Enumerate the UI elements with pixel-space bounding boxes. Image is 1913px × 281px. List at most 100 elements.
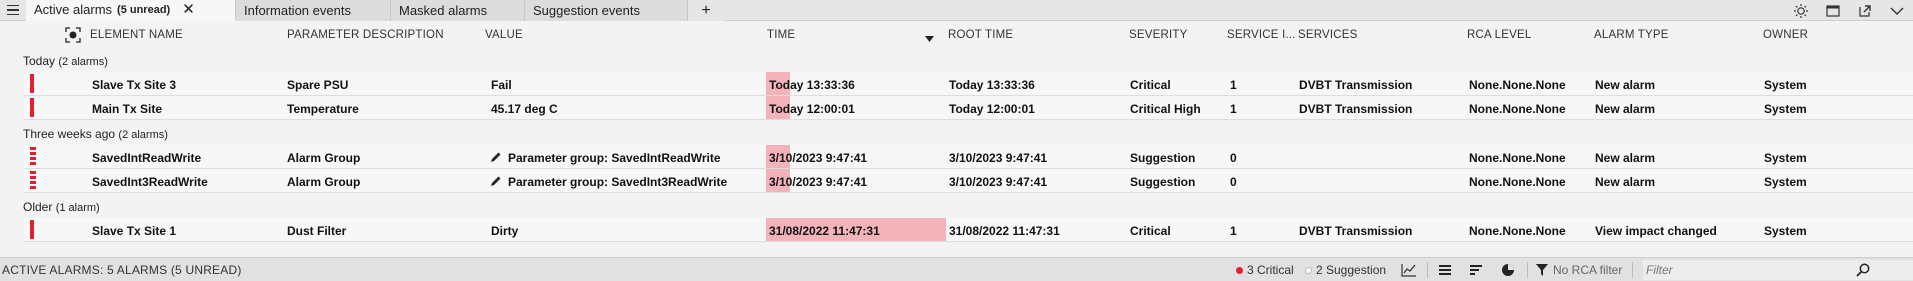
hamburger-menu-icon[interactable] xyxy=(0,0,26,20)
severity-indicator-suggestion xyxy=(30,171,36,190)
pie-chart-icon[interactable] xyxy=(1497,261,1519,279)
cell-service-impact: 1 xyxy=(1230,78,1237,92)
tab-bar: Active alarms (5 unread) ✕ Information e… xyxy=(0,0,1913,21)
column-alarm-type[interactable]: ALARM TYPE xyxy=(1594,29,1669,41)
table-row[interactable]: Main Tx Site Temperature 45.17 deg C Tod… xyxy=(24,96,1913,120)
cell-value: Parameter group: SavedInt3ReadWrite xyxy=(508,175,728,189)
critical-count[interactable]: 3 Critical xyxy=(1236,263,1294,277)
divider xyxy=(1427,262,1428,278)
tab-masked-alarms[interactable]: Masked alarms xyxy=(391,0,525,21)
suggestion-count[interactable]: 2 Suggestion xyxy=(1305,263,1386,277)
column-rca-level[interactable]: RCA LEVEL xyxy=(1467,29,1531,41)
cell-root-time: Today 12:00:01 xyxy=(949,102,1035,116)
tab-information-events[interactable]: Information events xyxy=(236,0,391,21)
detach-window-icon[interactable] xyxy=(1849,0,1881,21)
cell-severity: Critical High xyxy=(1130,102,1201,116)
cell-alarm-type: New alarm xyxy=(1595,102,1656,116)
cell-rca-level: None.None.None xyxy=(1469,175,1566,189)
window-controls xyxy=(1785,0,1913,21)
cell-time: Today 13:33:36 xyxy=(769,78,855,92)
add-tab-button[interactable]: + xyxy=(688,0,724,21)
critical-count-label: 3 Critical xyxy=(1247,263,1294,277)
cell-element: Slave Tx Site 3 xyxy=(92,78,177,92)
column-time[interactable]: TIME xyxy=(767,29,795,41)
group-count: (2 alarms) xyxy=(58,56,108,68)
cell-severity: Critical xyxy=(1130,78,1171,92)
cell-parameter: Alarm Group xyxy=(287,175,361,189)
table-row[interactable]: Slave Tx Site 3 Spare PSU Fail Today 13:… xyxy=(24,72,1913,96)
cell-alarm-type: View impact changed xyxy=(1595,224,1717,238)
cell-element: Main Tx Site xyxy=(92,102,163,116)
cell-parameter: Temperature xyxy=(287,102,359,116)
cell-root-time: Today 13:33:36 xyxy=(949,78,1035,92)
group-count: (1 alarm) xyxy=(55,202,100,214)
cell-service-impact: 0 xyxy=(1230,175,1237,189)
column-owner[interactable]: OWNER xyxy=(1763,29,1808,41)
column-element-name[interactable]: ELEMENT NAME xyxy=(90,29,183,41)
cell-rca-level: None.None.None xyxy=(1469,78,1566,92)
chevron-down-icon[interactable] xyxy=(1881,0,1913,21)
severity-indicator-critical xyxy=(30,220,34,239)
tab-active-alarms[interactable]: Active alarms (5 unread) ✕ xyxy=(26,0,236,21)
maximize-window-icon[interactable] xyxy=(1817,0,1849,21)
cell-service-impact: 1 xyxy=(1230,102,1237,116)
tab-label: Information events xyxy=(244,3,351,18)
tab-label: Suggestion events xyxy=(533,3,640,18)
cell-time: 3/10/2023 9:47:41 xyxy=(769,175,868,189)
cell-service-impact: 1 xyxy=(1230,224,1237,238)
cell-service-impact: 0 xyxy=(1230,151,1237,165)
cell-parameter: Spare PSU xyxy=(287,78,349,92)
table-row[interactable]: Slave Tx Site 1 Dust Filter Dirty 31/08/… xyxy=(24,218,1913,242)
cell-alarm-type: New alarm xyxy=(1595,78,1656,92)
funnel-icon xyxy=(1536,264,1548,276)
group-header-older[interactable]: Older (1 alarm) xyxy=(23,200,100,214)
pencil-icon[interactable] xyxy=(490,175,502,190)
group-label: Today xyxy=(23,54,56,68)
table-row[interactable]: SavedIntReadWrite Alarm Group Parameter … xyxy=(24,145,1913,169)
group-label: Three weeks ago xyxy=(23,127,116,141)
theme-sun-icon[interactable] xyxy=(1785,0,1817,21)
cell-services: DVBT Transmission xyxy=(1299,78,1413,92)
cell-root-time: 3/10/2023 9:47:41 xyxy=(949,175,1048,189)
search-icon[interactable] xyxy=(1852,261,1874,279)
column-root-time[interactable]: ROOT TIME xyxy=(948,29,1013,41)
trend-chart-icon[interactable] xyxy=(1398,261,1420,279)
cell-time: Today 12:00:01 xyxy=(769,102,855,116)
column-severity[interactable]: SEVERITY xyxy=(1129,29,1187,41)
table-row[interactable]: SavedInt3ReadWrite Alarm Group Parameter… xyxy=(24,169,1913,193)
cell-severity: Suggestion xyxy=(1130,151,1196,165)
cell-element: SavedInt3ReadWrite xyxy=(92,175,208,189)
cell-owner: System xyxy=(1764,102,1807,116)
pencil-icon[interactable] xyxy=(490,151,502,166)
status-bar: ACTIVE ALARMS: 5 ALARMS (5 UNREAD) 3 Cri… xyxy=(0,257,1913,281)
cell-owner: System xyxy=(1764,224,1807,238)
sort-lines-icon[interactable] xyxy=(1465,261,1487,279)
column-service-impact[interactable]: SERVICE I... xyxy=(1227,29,1296,41)
rca-filter-button[interactable]: No RCA filter xyxy=(1536,261,1622,279)
column-services[interactable]: SERVICES xyxy=(1298,29,1358,41)
tab-label: Masked alarms xyxy=(399,3,488,18)
cell-alarm-type: New alarm xyxy=(1595,175,1656,189)
cell-owner: System xyxy=(1764,175,1807,189)
close-icon[interactable]: ✕ xyxy=(182,2,195,17)
column-header-row: ELEMENT NAME PARAMETER DESCRIPTION VALUE… xyxy=(0,22,1913,49)
group-count: (2 alarms) xyxy=(118,129,168,141)
select-all-icon[interactable] xyxy=(65,27,81,46)
cell-rca-level: None.None.None xyxy=(1469,102,1566,116)
sort-descending-icon[interactable] xyxy=(925,31,934,45)
cell-element: SavedIntReadWrite xyxy=(92,151,202,165)
group-header-three-weeks-ago[interactable]: Three weeks ago (2 alarms) xyxy=(23,127,168,141)
cell-value: Fail xyxy=(491,78,512,92)
divider xyxy=(1527,262,1528,278)
group-header-today[interactable]: Today (2 alarms) xyxy=(23,54,108,68)
tab-label: Active alarms xyxy=(34,2,113,17)
severity-indicator-suggestion xyxy=(30,147,36,166)
column-value[interactable]: VALUE xyxy=(485,29,523,41)
rca-filter-label: No RCA filter xyxy=(1553,263,1623,277)
list-view-icon[interactable] xyxy=(1434,261,1456,279)
cell-services: DVBT Transmission xyxy=(1299,102,1413,116)
tab-suggestion-events[interactable]: Suggestion events xyxy=(525,0,688,21)
column-parameter-description[interactable]: PARAMETER DESCRIPTION xyxy=(287,29,444,41)
cell-alarm-type: New alarm xyxy=(1595,151,1656,165)
suggestion-dot-icon xyxy=(1305,266,1312,274)
